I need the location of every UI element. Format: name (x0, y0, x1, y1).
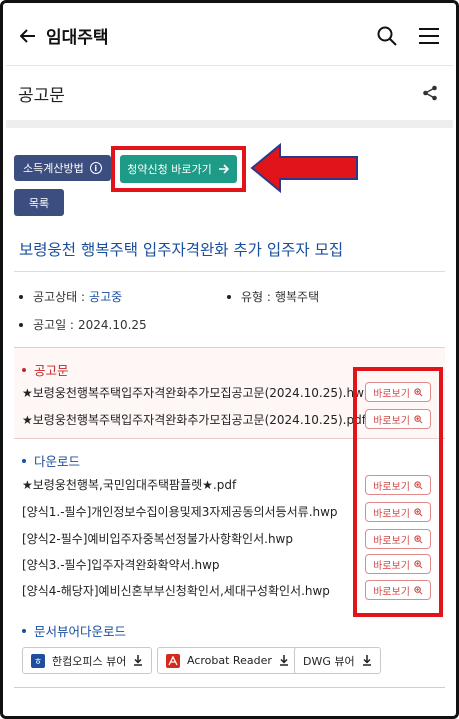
income-calc-button[interactable]: 소득계산방법 i (14, 155, 111, 181)
bullet (227, 294, 231, 299)
view-button[interactable]: 바로보기 (365, 580, 431, 600)
zoom-icon (414, 387, 423, 396)
apply-shortcut-button[interactable]: 청약신청 바로가기 (120, 155, 237, 183)
view-label: 바로보기 (373, 535, 410, 547)
zoom-icon (414, 480, 423, 489)
bullet (19, 294, 23, 299)
viewer-heading: 문서뷰어다운로드 (22, 621, 126, 640)
view-label: 바로보기 (373, 560, 410, 572)
view-label: 바로보기 (373, 481, 410, 493)
view-button[interactable]: 바로보기 (365, 409, 431, 429)
app-title: 임대주택 (46, 28, 109, 48)
notice-file-link[interactable]: ★보령웅천행복주택입주자격완화추가모집공고문(2024.10.25).hwp (22, 384, 372, 401)
download-file-link[interactable]: ★보령웅천행복,국민임대주택팜플렛★.pdf (22, 476, 236, 493)
view-button[interactable]: 바로보기 (365, 382, 431, 402)
hancom-viewer-button[interactable]: ㅎ 한컴오피스 뷰어 (22, 647, 153, 674)
red-pointer-arrow (250, 142, 358, 194)
download-section: 다운로드 ★보령웅천행복,국민임대주택팜플렛★.pdf [양식1.-필수]개인정… (14, 439, 445, 611)
bullet (22, 628, 26, 633)
notice-section: 공고문 ★보령웅천행복주택입주자격완화추가모집공고문(2024.10.25).h… (14, 347, 445, 439)
status-meta: 공고상태 : 공고중 (19, 288, 122, 305)
zoom-icon (414, 585, 423, 594)
zoom-icon (414, 559, 423, 568)
top-bar: 임대주택 (6, 6, 453, 66)
zoom-icon (414, 507, 423, 516)
back-arrow-icon[interactable] (18, 26, 38, 46)
action-button-row: 소득계산방법 i (14, 155, 111, 181)
hancom-viewer-label: 한컴오피스 뷰어 (52, 654, 127, 668)
topbar-actions (375, 24, 441, 48)
svg-text:ㅎ: ㅎ (34, 657, 42, 667)
acrobat-reader-button[interactable]: Acrobat Reader (157, 647, 298, 674)
view-button[interactable]: 바로보기 (365, 502, 431, 522)
download-icon (279, 655, 288, 666)
download-file-link[interactable]: [양식1.-필수]개인정보수집이용및제3자제공동의서등서류.hwp (22, 503, 338, 520)
view-button[interactable]: 바로보기 (365, 475, 431, 495)
date-meta: 공고일 : 2024.10.25 (19, 316, 147, 333)
viewer-download-section: 문서뷰어다운로드 ㅎ 한컴오피스 뷰어 Acrobat Reader DWG 뷰… (14, 611, 445, 687)
bottom-divider (14, 687, 445, 688)
dwg-viewer-button[interactable]: DWG 뷰어 (294, 647, 381, 674)
info-icon: i (89, 162, 102, 174)
hancom-logo-icon: ㅎ (31, 653, 45, 668)
zoom-icon (414, 534, 423, 543)
view-label: 바로보기 (373, 586, 410, 598)
type-meta: 유형 : 행복주택 (227, 288, 319, 305)
apply-highlight-box: 청약신청 바로가기 (111, 146, 246, 192)
view-button[interactable]: 바로보기 (365, 529, 431, 549)
view-label: 바로보기 (373, 508, 410, 520)
type-value: 행복주택 (274, 290, 320, 304)
notice-heading: 공고문 (22, 360, 69, 379)
post-title: 보령웅천 행복주택 입주자격완화 추가 입주자 모집 (19, 241, 344, 259)
type-label: 유형 : (241, 290, 271, 304)
date-value: 2024.10.25 (77, 317, 147, 332)
download-icon (134, 655, 143, 666)
viewer-heading-label: 문서뷰어다운로드 (34, 624, 127, 639)
arrow-right-icon (218, 164, 229, 174)
view-button[interactable]: 바로보기 (365, 554, 431, 574)
acrobat-logo-icon (166, 653, 180, 668)
search-icon[interactable] (375, 24, 399, 48)
download-icon (362, 655, 371, 666)
notice-file-link[interactable]: ★보령웅천행복주택입주자격완화추가모집공고문(2024.10.25).pdf (22, 411, 366, 428)
download-file-link[interactable]: [양식3.-필수]입주자격완화확약서.hwp (22, 556, 220, 573)
page-frame: 임대주택 공고문 소득계산방법 i 청약신청 바로가기 목록 보령웅천 행복주택… (0, 0, 459, 719)
download-heading: 다운로드 (22, 451, 80, 470)
view-label: 바로보기 (373, 388, 410, 400)
bullet (19, 322, 23, 327)
notice-heading-label: 공고문 (34, 363, 69, 378)
status-value: 공고중 (89, 290, 123, 304)
hamburger-menu-icon[interactable] (417, 24, 441, 48)
status-label: 공고상태 : (33, 290, 86, 304)
date-label: 공고일 : (33, 318, 74, 332)
income-calc-label: 소득계산방법 (23, 162, 84, 175)
zoom-icon (414, 414, 423, 423)
dwg-viewer-label: DWG 뷰어 (303, 654, 355, 668)
divider (14, 271, 445, 272)
section-header: 공고문 (6, 66, 453, 128)
share-icon[interactable] (419, 82, 441, 104)
download-file-link[interactable]: [양식4-해당자]예비신혼부부신청확인서,세대구성확인서.hwp (22, 582, 330, 599)
list-button[interactable]: 목록 (14, 189, 64, 216)
bullet (22, 458, 26, 463)
apply-label: 청약신청 바로가기 (127, 163, 212, 176)
download-file-link[interactable]: [양식2-필수]예비입주자중복선정불가사항확인서.hwp (22, 530, 293, 547)
bullet (22, 367, 26, 372)
download-heading-label: 다운로드 (34, 454, 81, 469)
view-label: 바로보기 (373, 415, 410, 427)
section-title: 공고문 (18, 85, 65, 106)
acrobat-reader-label: Acrobat Reader (187, 654, 272, 667)
